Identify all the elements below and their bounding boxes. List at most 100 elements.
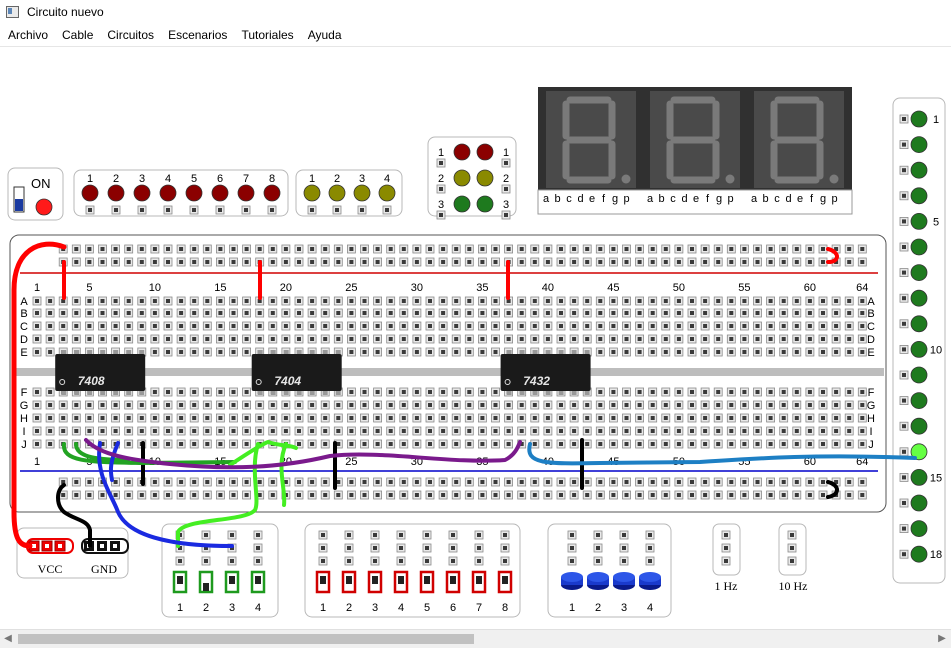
power-rail-hole[interactable] [543, 257, 553, 267]
terminal-hole[interactable] [595, 439, 605, 449]
terminal-hole[interactable] [530, 308, 540, 318]
terminal-hole[interactable] [700, 296, 710, 306]
terminal-hole[interactable] [556, 426, 566, 436]
terminal-hole[interactable] [635, 387, 644, 397]
terminal-hole[interactable] [517, 334, 527, 344]
terminal-hole[interactable] [163, 334, 173, 344]
traffic-terminal[interactable] [436, 184, 446, 194]
power-rail-hole[interactable] [556, 257, 566, 267]
terminal-hole[interactable] [215, 321, 225, 331]
terminal-hole[interactable] [85, 308, 94, 318]
terminal-hole[interactable] [124, 308, 134, 318]
power-rail-hole[interactable] [399, 477, 409, 487]
power-rail-hole[interactable] [163, 257, 173, 267]
power-rail-hole[interactable] [386, 490, 396, 500]
terminal-hole[interactable] [556, 308, 566, 318]
terminal-hole[interactable] [648, 426, 658, 436]
terminal-hole[interactable] [700, 334, 710, 344]
terminal-hole[interactable] [491, 296, 500, 306]
terminal-hole[interactable] [425, 308, 435, 318]
power-rail-hole[interactable] [844, 257, 854, 267]
terminal-hole[interactable] [753, 347, 762, 357]
power-rail-hole[interactable] [71, 490, 81, 500]
terminal-hole[interactable] [726, 387, 736, 397]
terminal-hole[interactable] [648, 308, 658, 318]
terminal-hole[interactable] [451, 439, 461, 449]
terminal-hole[interactable] [792, 296, 802, 306]
terminal-hole[interactable] [609, 321, 618, 331]
right-led-terminal[interactable] [899, 114, 909, 124]
terminal-hole[interactable] [373, 413, 383, 423]
terminal-hole[interactable] [320, 426, 330, 436]
terminal-hole[interactable] [818, 413, 828, 423]
terminal-hole[interactable] [766, 296, 775, 306]
terminal-hole[interactable] [530, 334, 540, 344]
terminal-hole[interactable] [45, 413, 55, 423]
right-led-terminal[interactable] [899, 293, 909, 303]
terminal-hole[interactable] [255, 308, 265, 318]
terminal-hole[interactable] [189, 334, 199, 344]
terminal-hole[interactable] [386, 439, 396, 449]
terminal-hole[interactable] [491, 387, 500, 397]
power-rail-hole[interactable] [844, 490, 854, 500]
terminal-hole[interactable] [268, 296, 278, 306]
power-rail-hole[interactable] [85, 257, 94, 267]
terminal-hole[interactable] [333, 426, 343, 436]
right-led-terminal[interactable] [899, 447, 909, 457]
terminal-hole[interactable] [491, 413, 500, 423]
terminal-hole[interactable] [255, 400, 265, 410]
terminal-hole[interactable] [346, 296, 356, 306]
terminal-hole[interactable] [464, 387, 474, 397]
power-rail-hole[interactable] [792, 257, 802, 267]
terminal-hole[interactable] [517, 400, 527, 410]
terminal-hole[interactable] [425, 347, 435, 357]
power-rail-hole[interactable] [766, 490, 775, 500]
terminal-hole[interactable] [399, 347, 409, 357]
terminal-hole[interactable] [32, 321, 42, 331]
terminal-hole[interactable] [661, 321, 671, 331]
terminal-hole[interactable] [360, 334, 369, 344]
switch-terminal[interactable] [344, 543, 354, 553]
power-rail-hole[interactable] [163, 477, 173, 487]
red-led-terminal[interactable] [85, 205, 95, 215]
terminal-hole[interactable] [137, 413, 147, 423]
power-rail-hole[interactable] [307, 257, 317, 267]
clock-terminal[interactable] [721, 543, 731, 553]
terminal-hole[interactable] [857, 334, 867, 344]
terminal-hole[interactable] [582, 296, 592, 306]
terminal-hole[interactable] [215, 400, 225, 410]
power-rail-hole[interactable] [268, 490, 278, 500]
switch-terminal[interactable] [474, 530, 484, 540]
terminal-hole[interactable] [844, 426, 854, 436]
yellow-led-terminal[interactable] [332, 205, 342, 215]
circuit-canvas[interactable]: abcdefgpabcdefgpabcdefgp A AB BC CD DE EF FG GH… [0, 0, 951, 629]
terminal-hole[interactable] [687, 439, 697, 449]
power-rail-hole[interactable] [766, 257, 775, 267]
terminal-hole[interactable] [176, 308, 186, 318]
terminal-hole[interactable] [111, 296, 120, 306]
terminal-hole[interactable] [360, 308, 369, 318]
power-rail-hole[interactable] [242, 257, 252, 267]
power-rail-hole[interactable] [255, 244, 265, 254]
terminal-hole[interactable] [831, 400, 841, 410]
terminal-hole[interactable] [779, 387, 789, 397]
terminal-hole[interactable] [726, 426, 736, 436]
power-rail-hole[interactable] [556, 244, 566, 254]
terminal-hole[interactable] [242, 413, 252, 423]
power-rail-hole[interactable] [215, 244, 225, 254]
terminal-hole[interactable] [215, 439, 225, 449]
terminal-hole[interactable] [844, 413, 854, 423]
power-rail-hole[interactable] [451, 257, 461, 267]
terminal-hole[interactable] [150, 387, 160, 397]
terminal-hole[interactable] [346, 400, 356, 410]
switch-terminal[interactable] [175, 556, 185, 566]
terminal-hole[interactable] [582, 400, 592, 410]
terminal-hole[interactable] [45, 387, 55, 397]
terminal-hole[interactable] [491, 321, 500, 331]
terminal-hole[interactable] [674, 308, 684, 318]
traffic-terminal[interactable] [436, 158, 446, 168]
terminal-hole[interactable] [189, 413, 199, 423]
power-rail-hole[interactable] [753, 490, 762, 500]
button-terminal[interactable] [593, 556, 603, 566]
terminal-hole[interactable] [58, 426, 68, 436]
